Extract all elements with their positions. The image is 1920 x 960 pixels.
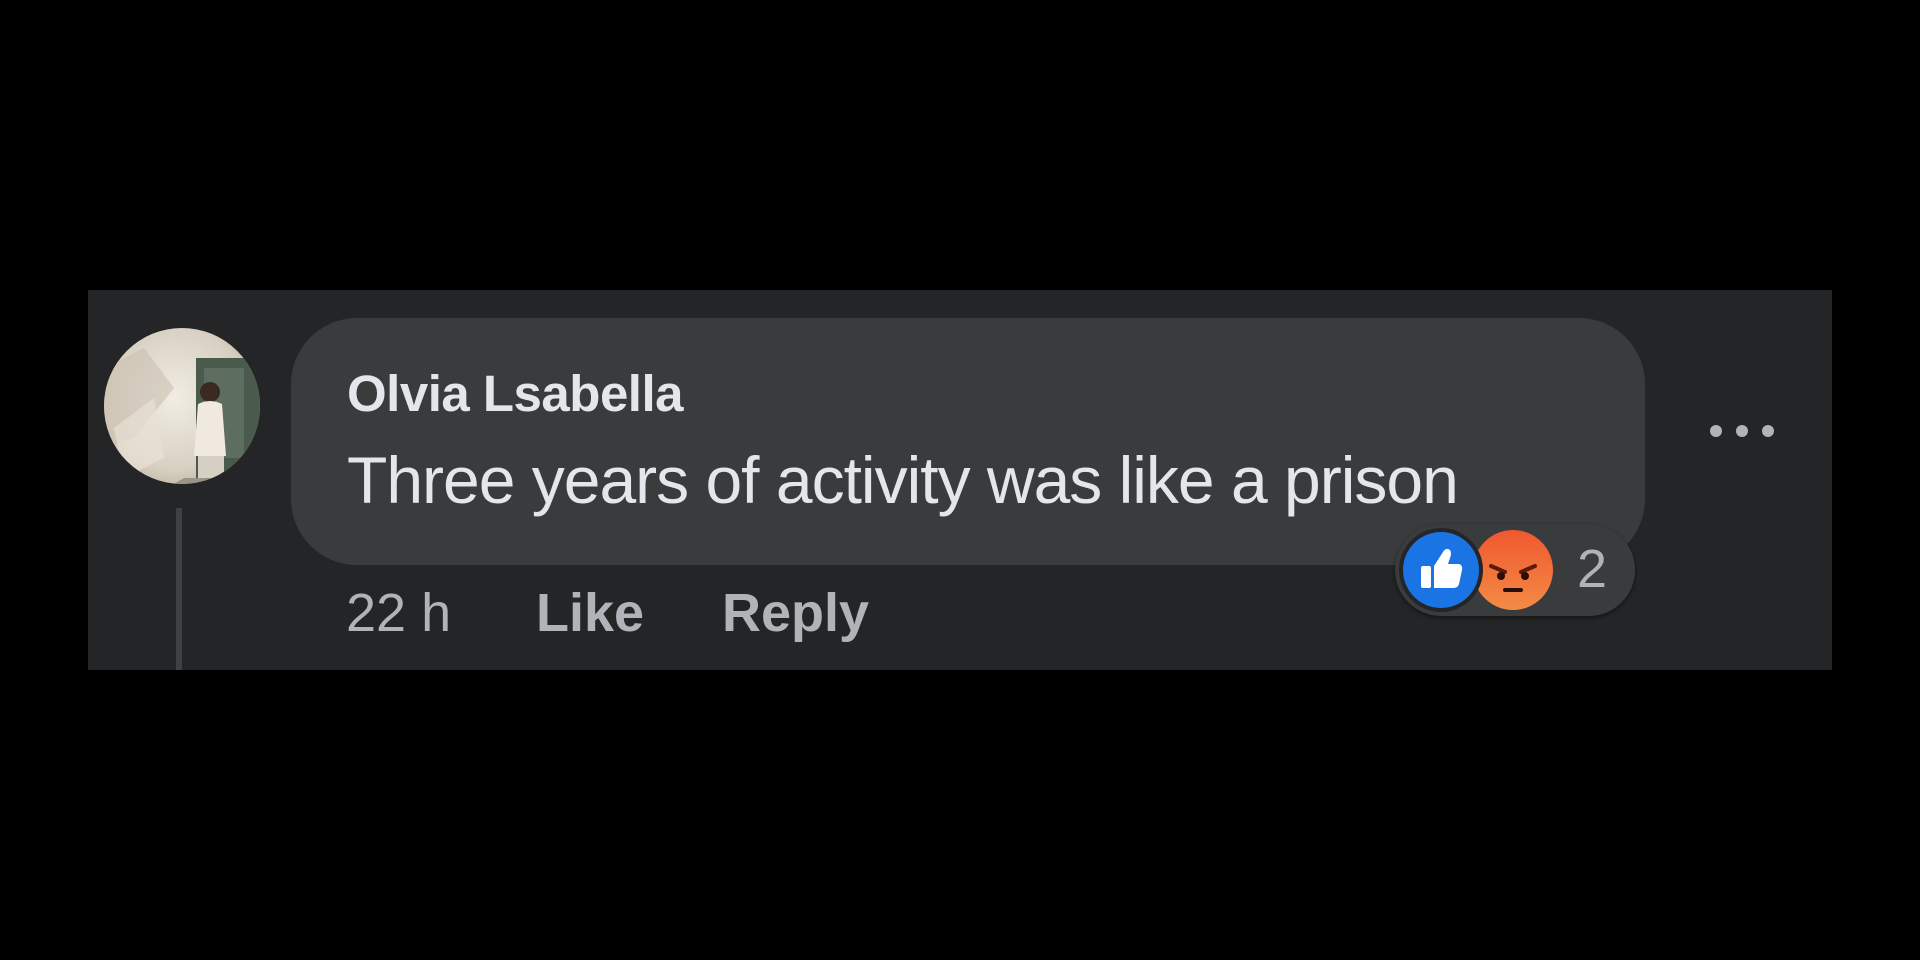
more-options-icon[interactable] xyxy=(1702,416,1782,446)
comment-text: Three years of activity was like a priso… xyxy=(347,443,1459,517)
avatar-photo-icon xyxy=(104,328,260,484)
comment-timestamp[interactable]: 22 h xyxy=(346,582,451,644)
like-reaction-icon xyxy=(1399,528,1483,612)
comment-panel: Olvia Lsabella Three years of activity w… xyxy=(88,290,1832,670)
author-avatar[interactable] xyxy=(104,328,260,484)
reaction-summary[interactable]: 2 xyxy=(1395,524,1635,616)
comment-author-name[interactable]: Olvia Lsabella xyxy=(347,364,684,423)
reply-button[interactable]: Reply xyxy=(722,582,869,644)
like-button[interactable]: Like xyxy=(536,582,644,644)
reaction-count: 2 xyxy=(1577,539,1608,599)
thread-line xyxy=(176,508,182,670)
